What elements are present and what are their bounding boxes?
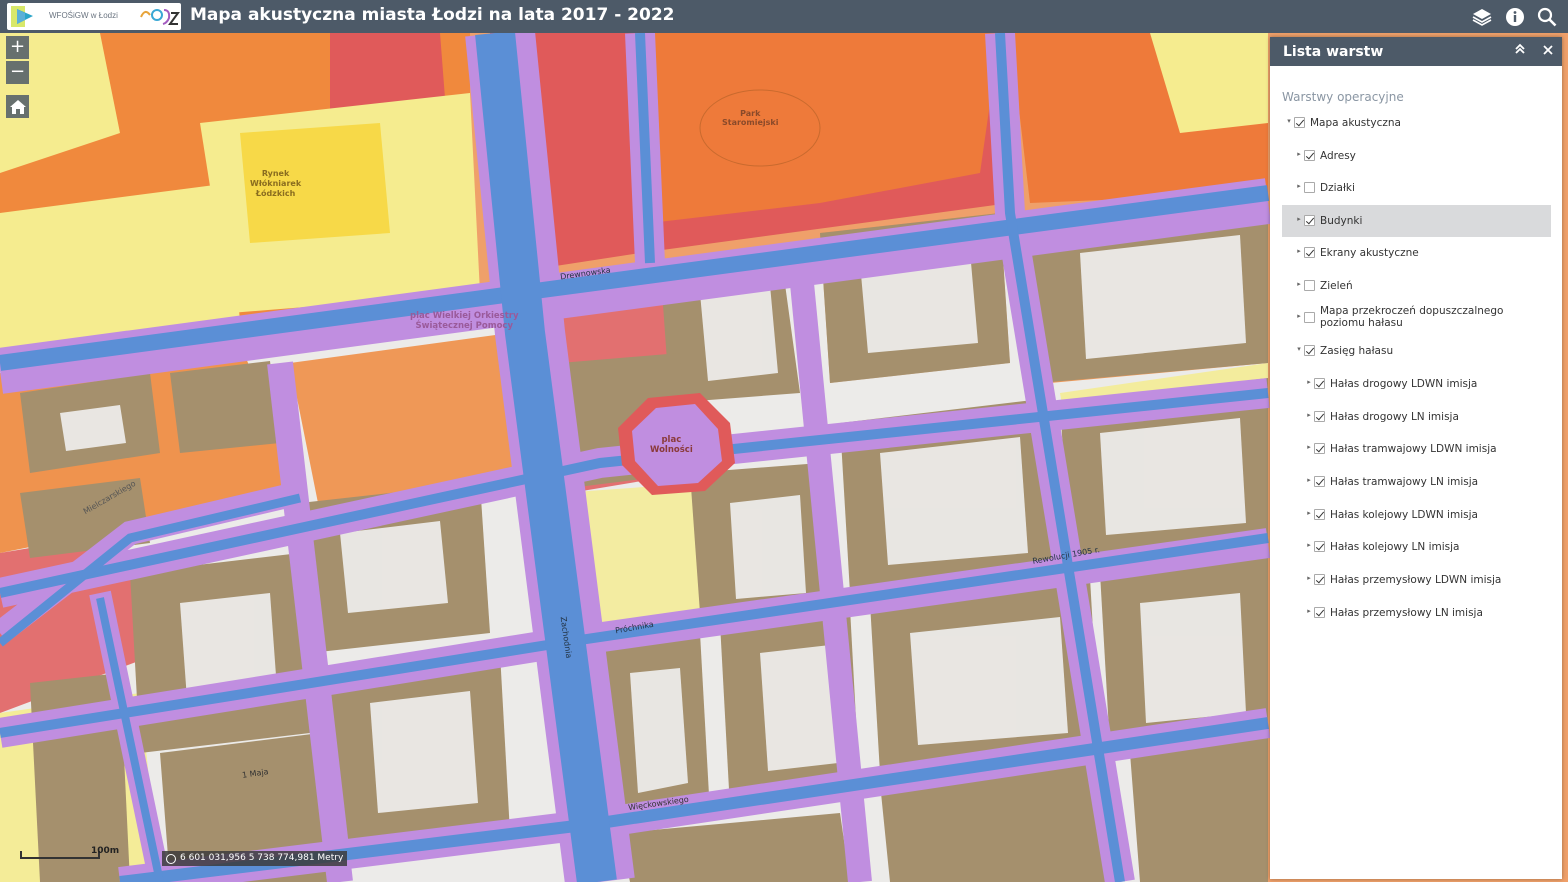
layer-row[interactable]: ▸ Hałas przemysłowy LDWN imisja <box>1282 564 1551 596</box>
layer-row[interactable]: ▸ Mapa przekroczeń dopuszczalnego poziomu… <box>1282 302 1551 334</box>
caret-right-icon[interactable]: ▸ <box>1305 574 1313 582</box>
coordinates-text: 6 601 031,956 5 738 774,981 Metry <box>180 853 344 863</box>
logo-text: WFOŚiGW w Łodzi <box>49 11 118 20</box>
scale-bar <box>20 851 100 859</box>
info-button[interactable] <box>1501 3 1529 30</box>
layer-label: Adresy <box>1320 150 1356 162</box>
double-chevron-up-icon <box>1515 43 1525 54</box>
layer-checkbox[interactable] <box>1304 182 1315 193</box>
caret-right-icon[interactable]: ▸ <box>1305 509 1313 517</box>
caret-down-icon[interactable]: ▾ <box>1295 345 1303 353</box>
layer-label: Działki <box>1320 182 1355 194</box>
map-label-park: Park Staromiejski <box>722 109 779 127</box>
layer-label: Budynki <box>1320 215 1363 227</box>
layer-row[interactable]: ▸ Hałas drogowy LN imisja <box>1282 401 1551 433</box>
layers-icon <box>1472 8 1492 26</box>
search-icon <box>1537 7 1557 26</box>
coordinates-readout: 6 601 031,956 5 738 774,981 Metry <box>162 851 348 866</box>
layer-row[interactable]: ▾ Zasięg hałasu <box>1282 335 1551 367</box>
layer-checkbox[interactable] <box>1314 411 1325 422</box>
info-icon <box>1506 7 1524 26</box>
layer-label: Ekrany akustyczne <box>1320 247 1419 259</box>
layer-row[interactable]: ▸ Hałas drogowy LDWN imisja <box>1282 368 1551 400</box>
layer-label: Zasięg hałasu <box>1320 345 1394 357</box>
layer-list-panel: Lista warstw Warstwy operacyjne ▾ Mapa ak… <box>1270 37 1562 879</box>
layer-label: Hałas drogowy LDWN imisja <box>1330 378 1478 390</box>
close-icon <box>1543 45 1553 55</box>
layer-checkbox[interactable] <box>1314 378 1325 389</box>
lodz-logo-icon <box>140 9 180 25</box>
layer-label: Hałas przemysłowy LDWN imisja <box>1330 574 1502 586</box>
scale-label: 100m <box>91 846 120 856</box>
caret-right-icon[interactable]: ▸ <box>1305 443 1313 451</box>
layer-checkbox[interactable] <box>1314 574 1325 585</box>
crosshair-icon[interactable] <box>166 854 176 864</box>
collapse-panel-button[interactable] <box>1511 43 1529 61</box>
zoom-in-button[interactable]: + <box>6 36 29 59</box>
app-header: WFOŚiGW w Łodzi Mapa akustyczna miasta Ł… <box>0 0 1568 33</box>
layer-label: Hałas tramwajowy LN imisja <box>1330 476 1479 488</box>
layer-checkbox[interactable] <box>1304 280 1315 291</box>
layer-label: Zieleń <box>1320 280 1353 292</box>
caret-right-icon[interactable]: ▸ <box>1295 182 1303 190</box>
operational-layers-heading: Warstwy operacyjne <box>1282 90 1404 104</box>
layer-checkbox[interactable] <box>1314 541 1325 552</box>
caret-right-icon[interactable]: ▸ <box>1295 215 1303 223</box>
home-icon <box>9 99 26 114</box>
caret-right-icon[interactable]: ▸ <box>1305 607 1313 615</box>
layer-row[interactable]: ▸ Hałas przemysłowy LN imisja <box>1282 597 1551 629</box>
layer-row[interactable]: ▸ Hałas tramwajowy LDWN imisja <box>1282 433 1551 465</box>
layer-checkbox[interactable] <box>1314 443 1325 454</box>
layer-panel-header: Lista warstw <box>1270 37 1562 66</box>
layer-checkbox[interactable] <box>1294 117 1305 128</box>
caret-right-icon[interactable]: ▸ <box>1305 541 1313 549</box>
map-label-plac-wolnosci: plac Wolności <box>650 435 693 455</box>
caret-right-icon[interactable]: ▸ <box>1295 312 1303 320</box>
caret-right-icon[interactable]: ▸ <box>1305 378 1313 386</box>
layer-row[interactable]: ▸ Budynki <box>1282 205 1551 237</box>
layer-label: Mapa akustyczna <box>1310 117 1401 129</box>
caret-right-icon[interactable]: ▸ <box>1305 476 1313 484</box>
wfosigw-logo-icon <box>11 6 33 27</box>
layers-button[interactable] <box>1468 3 1496 30</box>
layer-row[interactable]: ▸ Hałas tramwajowy LN imisja <box>1282 466 1551 498</box>
map-label-plac-wosp: plac Wielkiej Orkiestry Świątecznej Pomo… <box>410 311 519 331</box>
caret-right-icon[interactable]: ▸ <box>1295 247 1303 255</box>
layer-row[interactable]: ▾ Mapa akustyczna <box>1282 107 1551 139</box>
layer-checkbox[interactable] <box>1314 476 1325 487</box>
search-button[interactable] <box>1533 3 1561 30</box>
layer-row[interactable]: ▸ Hałas kolejowy LDWN imisja <box>1282 499 1551 531</box>
zoom-out-button[interactable]: − <box>6 61 29 84</box>
layer-panel-title: Lista warstw <box>1283 44 1384 60</box>
caret-down-icon[interactable]: ▾ <box>1285 117 1293 125</box>
close-panel-button[interactable] <box>1539 43 1557 61</box>
home-button[interactable] <box>6 95 29 118</box>
layer-checkbox[interactable] <box>1304 150 1315 161</box>
app-title: Mapa akustyczna miasta Łodzi na lata 201… <box>190 5 675 25</box>
layer-label: Hałas przemysłowy LN imisja <box>1330 607 1483 619</box>
layer-label: Hałas tramwajowy LDWN imisja <box>1330 443 1497 455</box>
layer-checkbox[interactable] <box>1304 247 1315 258</box>
layer-checkbox[interactable] <box>1314 509 1325 520</box>
logo: WFOŚiGW w Łodzi <box>7 3 181 30</box>
layer-row[interactable]: ▸ Zieleń <box>1282 270 1551 302</box>
map-label-rynek: Rynek Włókniarek Łódzkich <box>250 169 302 198</box>
app-window: WFOŚiGW w Łodzi Mapa akustyczna miasta Ł… <box>0 0 1568 882</box>
layer-label: Hałas drogowy LN imisja <box>1330 411 1459 423</box>
caret-right-icon[interactable]: ▸ <box>1295 150 1303 158</box>
layer-checkbox[interactable] <box>1314 607 1325 618</box>
layer-row[interactable]: ▸ Ekrany akustyczne <box>1282 237 1551 269</box>
layer-row[interactable]: ▸ Działki <box>1282 172 1551 204</box>
layer-checkbox[interactable] <box>1304 345 1315 356</box>
caret-right-icon[interactable]: ▸ <box>1305 411 1313 419</box>
layer-label: Hałas kolejowy LDWN imisja <box>1330 509 1478 521</box>
layer-checkbox[interactable] <box>1304 312 1315 323</box>
layer-row[interactable]: ▸ Hałas kolejowy LN imisja <box>1282 531 1551 563</box>
layer-row[interactable]: ▸ Adresy <box>1282 140 1551 172</box>
layer-label: Mapa przekroczeń dopuszczalnego poziomu … <box>1320 305 1504 329</box>
caret-right-icon[interactable]: ▸ <box>1295 280 1303 288</box>
layer-label: Hałas kolejowy LN imisja <box>1330 541 1460 553</box>
layer-checkbox[interactable] <box>1304 215 1315 226</box>
